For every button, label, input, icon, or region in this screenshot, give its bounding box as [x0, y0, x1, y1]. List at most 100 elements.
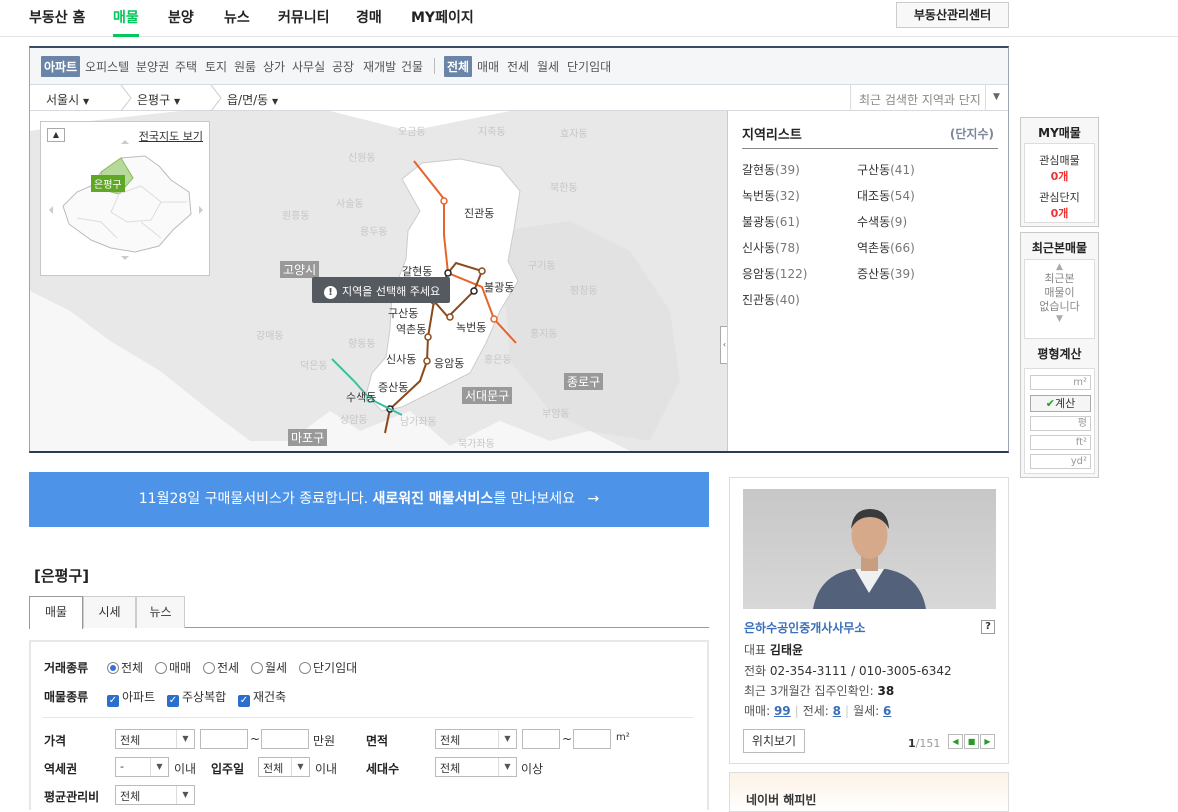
deal-radio-sale[interactable]: 매매 [155, 659, 191, 676]
happybean-widget[interactable]: 네이버 해피빈 [729, 772, 1009, 812]
m2-input[interactable]: m² [1030, 375, 1091, 390]
nav-auction[interactable]: 경매 [356, 7, 382, 27]
calculate-button[interactable]: ✔계산 [1030, 395, 1091, 412]
jeonse-count-link[interactable]: 8 [833, 704, 841, 718]
map-label-suseak[interactable]: 수색동 [346, 389, 376, 405]
checkbox-apartment[interactable]: ✓ 아파트 [107, 688, 155, 707]
map-label-eungam[interactable]: 응암동 [434, 355, 464, 371]
area-select[interactable]: 전체 ▼ [435, 729, 517, 749]
map-label-mapo[interactable]: 마포구 [288, 429, 328, 446]
nav-real-estate-home[interactable]: 부동산 홈 [29, 7, 85, 27]
type-oneroom[interactable]: 원룸 [234, 58, 256, 75]
map-label-seodaemun[interactable]: 서대문구 [462, 387, 513, 404]
price-min-input[interactable] [200, 729, 248, 749]
deal-jeonse[interactable]: 전세 [507, 58, 529, 75]
view-location-button[interactable]: 위치보기 [743, 729, 805, 753]
district-map[interactable]: 오금동 지축동 효자동 신원동 북한동 사술동 원흥동 용두동 구기동 평창동 … [30, 111, 727, 451]
service-end-banner[interactable]: 11월28일 구매물서비스가 종료합니다. 새로워진 매물서비스를 만나보세요 … [29, 472, 709, 527]
deal-radio-short-term[interactable]: 단기임대 [299, 659, 357, 676]
maintenance-fee-select[interactable]: 전체 ▼ [115, 785, 195, 805]
type-apartment[interactable]: 아파트 [41, 56, 81, 77]
checkbox-reconstruction[interactable]: ✓ 재건축 [238, 688, 286, 707]
area-max-input[interactable] [573, 729, 611, 749]
recent-search-dropdown[interactable]: 최근 검색한 지역과 단지 ▼ [850, 85, 1007, 111]
area-min-input[interactable] [522, 729, 560, 749]
chevron-down-icon[interactable]: ▼ [985, 85, 1007, 110]
deal-all[interactable]: 전체 [444, 56, 473, 77]
type-redevelopment[interactable]: 재개발 [363, 58, 396, 75]
station-select[interactable]: - ▼ [115, 757, 169, 777]
nav-community[interactable]: 커뮤니티 [278, 7, 330, 27]
deal-monthly[interactable]: 월세 [537, 58, 559, 75]
help-icon[interactable]: ? [981, 620, 995, 634]
region-item-jingwan[interactable]: 진관동(40) [742, 291, 800, 308]
region-item-yeokchon[interactable]: 역촌동(66) [857, 239, 915, 256]
region-item-sinsa[interactable]: 신사동(78) [742, 239, 800, 256]
region-item-susaek[interactable]: 수색동(9) [857, 213, 907, 230]
region-item-eungam[interactable]: 응암동(122) [742, 265, 807, 282]
seoul-outline-map[interactable] [41, 122, 211, 277]
tab-listings[interactable]: 매물 [29, 596, 83, 629]
households-select[interactable]: 전체 ▼ [435, 757, 517, 777]
nav-presale[interactable]: 분양 [168, 7, 194, 27]
type-officetel[interactable]: 오피스텔 [85, 58, 129, 75]
region-item-gusan[interactable]: 구산동(41) [857, 161, 915, 178]
nav-mypage[interactable]: MY페이지 [411, 7, 474, 27]
type-land[interactable]: 토지 [205, 58, 227, 75]
map-label-nokbeon[interactable]: 녹번동 [456, 319, 486, 335]
dong-select[interactable]: 읍/면/동 ▼ [227, 91, 278, 108]
deal-short-term[interactable]: 단기임대 [567, 58, 611, 75]
prev-agent-button[interactable]: ◀ [948, 734, 963, 749]
interest-listings-count[interactable]: 0개 [1025, 168, 1094, 184]
interest-complex-label[interactable]: 관심단지 [1025, 189, 1094, 205]
checkbox-mixed-use[interactable]: ✓ 주상복합 [167, 688, 226, 707]
monthly-count-link[interactable]: 6 [883, 704, 891, 718]
mini-map[interactable]: ▲ 전국지도 보기 은평구 [40, 121, 210, 276]
agent-stop-button[interactable]: ■ [964, 734, 979, 749]
region-item-nokbeon[interactable]: 녹번동(32) [742, 187, 800, 204]
deal-radio-jeonse[interactable]: 전세 [203, 659, 239, 676]
type-shop[interactable]: 상가 [263, 58, 285, 75]
agent-office-name[interactable]: 은하수공인중개사사무소 [744, 619, 865, 636]
price-max-input[interactable] [261, 729, 309, 749]
map-label-gusan[interactable]: 구산동 [388, 305, 418, 321]
map-label-jingwan[interactable]: 진관동 [464, 205, 494, 221]
collapse-list-handle[interactable]: ‹ [720, 326, 727, 364]
scroll-down-icon[interactable]: ▼ [1025, 314, 1094, 324]
tab-market-price[interactable]: 시세 [83, 596, 136, 628]
region-item-galhyeon[interactable]: 갈현동(39) [742, 161, 800, 178]
deal-radio-monthly[interactable]: 월세 [251, 659, 287, 676]
map-label-bulgwang[interactable]: 불광동 [484, 279, 514, 295]
interest-listings-label[interactable]: 관심매물 [1025, 152, 1094, 168]
type-house[interactable]: 주택 [175, 58, 197, 75]
type-office[interactable]: 사무실 [292, 58, 325, 75]
region-item-bulgwang[interactable]: 불광동(61) [742, 213, 800, 230]
yd2-input[interactable]: yd² [1030, 454, 1091, 469]
city-select[interactable]: 서울시 ▼ [46, 91, 89, 108]
map-label-jongno[interactable]: 종로구 [564, 373, 604, 390]
map-label-jeungsan[interactable]: 증산동 [378, 379, 408, 395]
ft2-input[interactable]: ft² [1030, 435, 1091, 450]
map-label-goyang[interactable]: 고양시 [280, 261, 320, 278]
type-building[interactable]: 건물 [401, 58, 423, 75]
pyeong-input[interactable]: 평 [1030, 416, 1091, 431]
tab-news[interactable]: 뉴스 [136, 596, 185, 628]
sale-count-link[interactable]: 99 [774, 704, 791, 718]
nav-listings[interactable]: 매물 [113, 7, 139, 27]
scroll-up-icon[interactable]: ▲ [1025, 262, 1094, 272]
region-item-daejo[interactable]: 대조동(54) [857, 187, 915, 204]
move-in-select[interactable]: 전체 ▼ [258, 757, 310, 777]
nav-news[interactable]: 뉴스 [224, 7, 250, 27]
deal-sale[interactable]: 매매 [477, 58, 499, 75]
type-factory[interactable]: 공장 [332, 58, 354, 75]
map-label-sinsa[interactable]: 신사동 [386, 351, 416, 367]
type-presale-right[interactable]: 분양권 [136, 58, 169, 75]
map-label-yeokchon[interactable]: 역촌동 [396, 321, 426, 337]
gu-select[interactable]: 은평구 ▼ [137, 91, 180, 108]
interest-complex-count[interactable]: 0개 [1025, 205, 1094, 221]
next-agent-button[interactable]: ▶ [980, 734, 995, 749]
deal-radio-all[interactable]: 전체 [107, 659, 143, 676]
region-item-jeungsan[interactable]: 증산동(39) [857, 265, 915, 282]
management-center-button[interactable]: 부동산관리센터 [896, 2, 1009, 28]
price-select[interactable]: 전체 ▼ [115, 729, 195, 749]
